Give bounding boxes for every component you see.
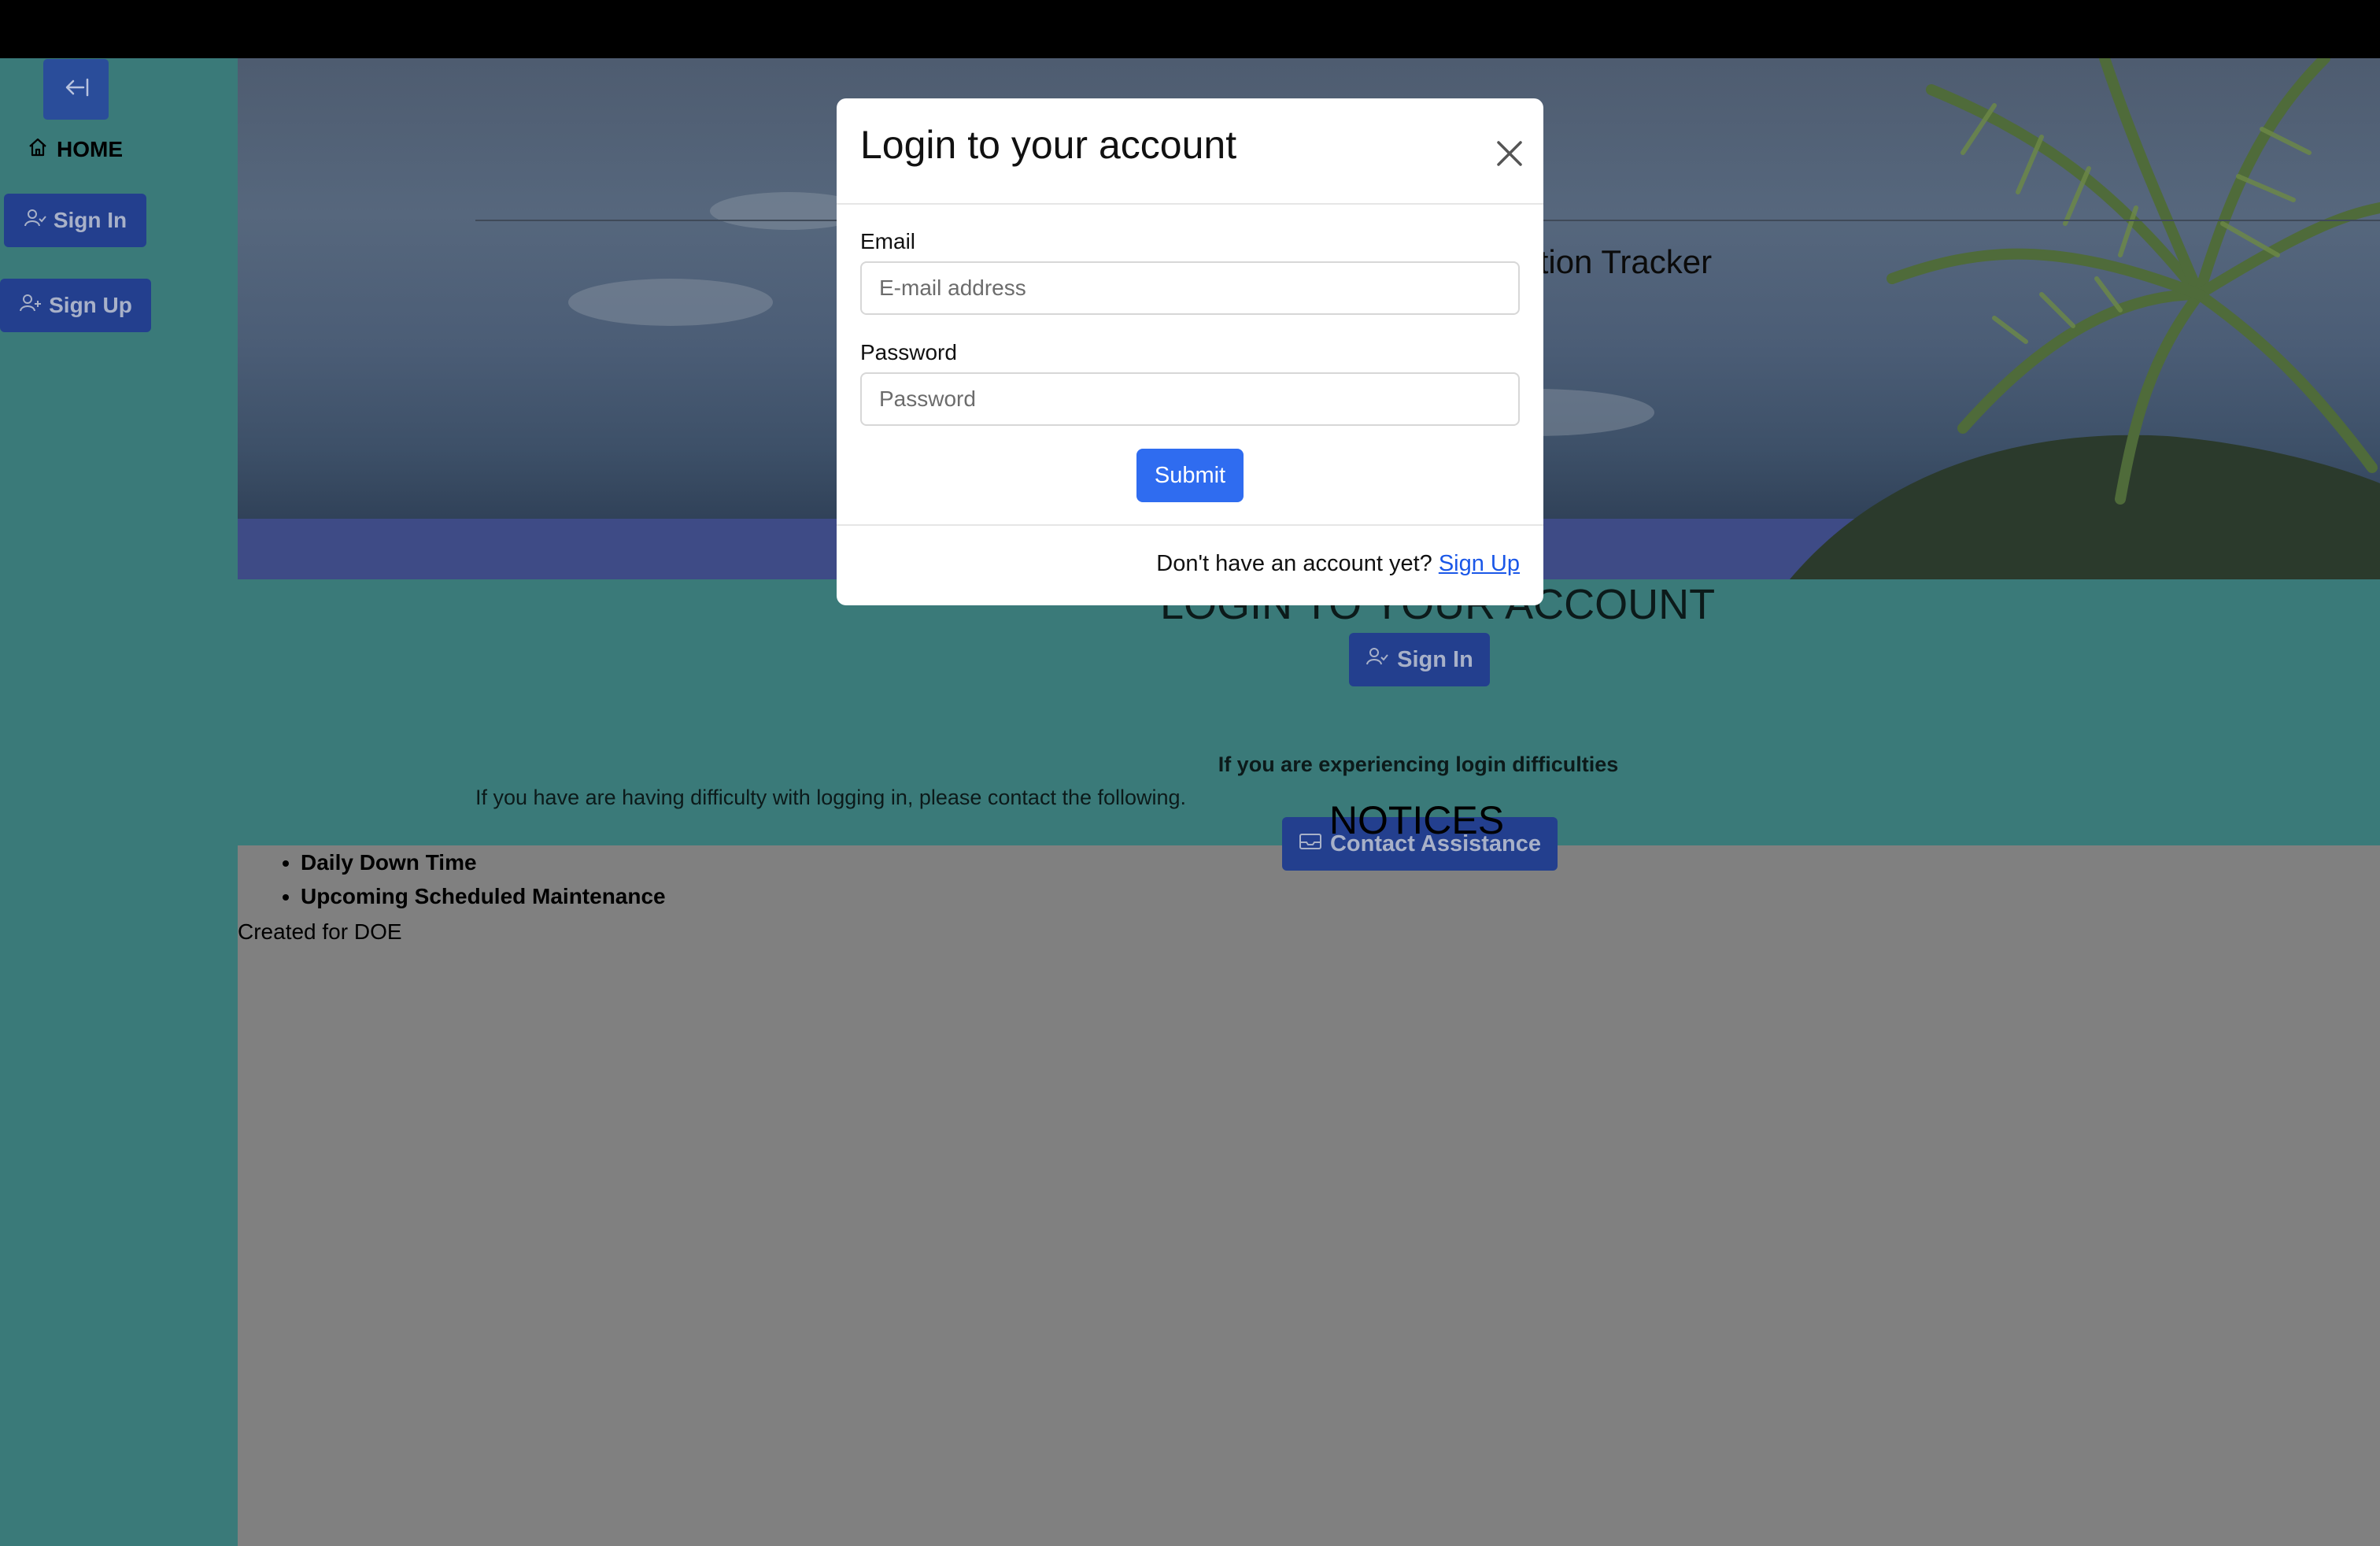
hero-cloud — [568, 279, 773, 326]
signup-prompt-text: Don't have an account yet? — [1156, 551, 1432, 576]
notices-heading: NOTICES — [1329, 798, 1505, 842]
submit-button[interactable]: Submit — [1136, 449, 1244, 502]
signup-prompt: Don't have an account yet? Sign Up — [1156, 551, 1520, 577]
difficulty-heading: If you are experiencing login difficulti… — [1218, 753, 1619, 776]
modal-title: Login to your account — [860, 123, 1237, 167]
close-button[interactable] — [1494, 138, 1525, 169]
home-icon — [27, 136, 49, 164]
login-modal: Login to your account Email Password Sub… — [837, 98, 1543, 605]
sign-in-label: Sign In — [1397, 646, 1473, 672]
modal-footer: Don't have an account yet? Sign Up — [837, 524, 1543, 605]
user-check-icon — [1366, 646, 1389, 673]
password-label: Password — [860, 340, 957, 364]
email-label: Email — [860, 229, 916, 253]
collapse-left-icon — [63, 77, 90, 102]
sidebar-sign-in-label: Sign In — [53, 208, 128, 232]
close-icon — [1494, 141, 1525, 172]
notices-list: Daily Down Time Upcoming Scheduled Maint… — [280, 845, 666, 913]
sidebar: HOME Sign In Sign Up — [0, 58, 238, 1546]
sidebar-sign-up-label: Sign Up — [49, 293, 132, 317]
sign-in-button[interactable]: Sign In — [1349, 633, 1490, 686]
sign-up-link[interactable]: Sign Up — [1439, 551, 1520, 577]
notice-item: Upcoming Scheduled Maintenance — [301, 879, 666, 913]
palm-tree-image — [1790, 58, 2380, 579]
collapse-sidebar-button[interactable] — [43, 59, 109, 120]
modal-header: Login to your account — [837, 98, 1543, 205]
sidebar-sign-in-button[interactable]: Sign In — [4, 194, 146, 247]
home-label: HOME — [57, 137, 123, 161]
difficulty-text: If you have are having difficulty with l… — [475, 786, 1187, 809]
home-link[interactable]: HOME — [27, 135, 123, 164]
footer-text: Created for DOE — [238, 919, 402, 944]
user-check-icon — [24, 208, 47, 234]
user-plus-icon — [19, 293, 42, 319]
notice-item: Daily Down Time — [301, 845, 666, 879]
password-field[interactable] — [860, 372, 1520, 426]
email-field[interactable] — [860, 261, 1520, 315]
browser-top-bar — [0, 0, 2380, 58]
sidebar-sign-up-button[interactable]: Sign Up — [0, 279, 151, 332]
